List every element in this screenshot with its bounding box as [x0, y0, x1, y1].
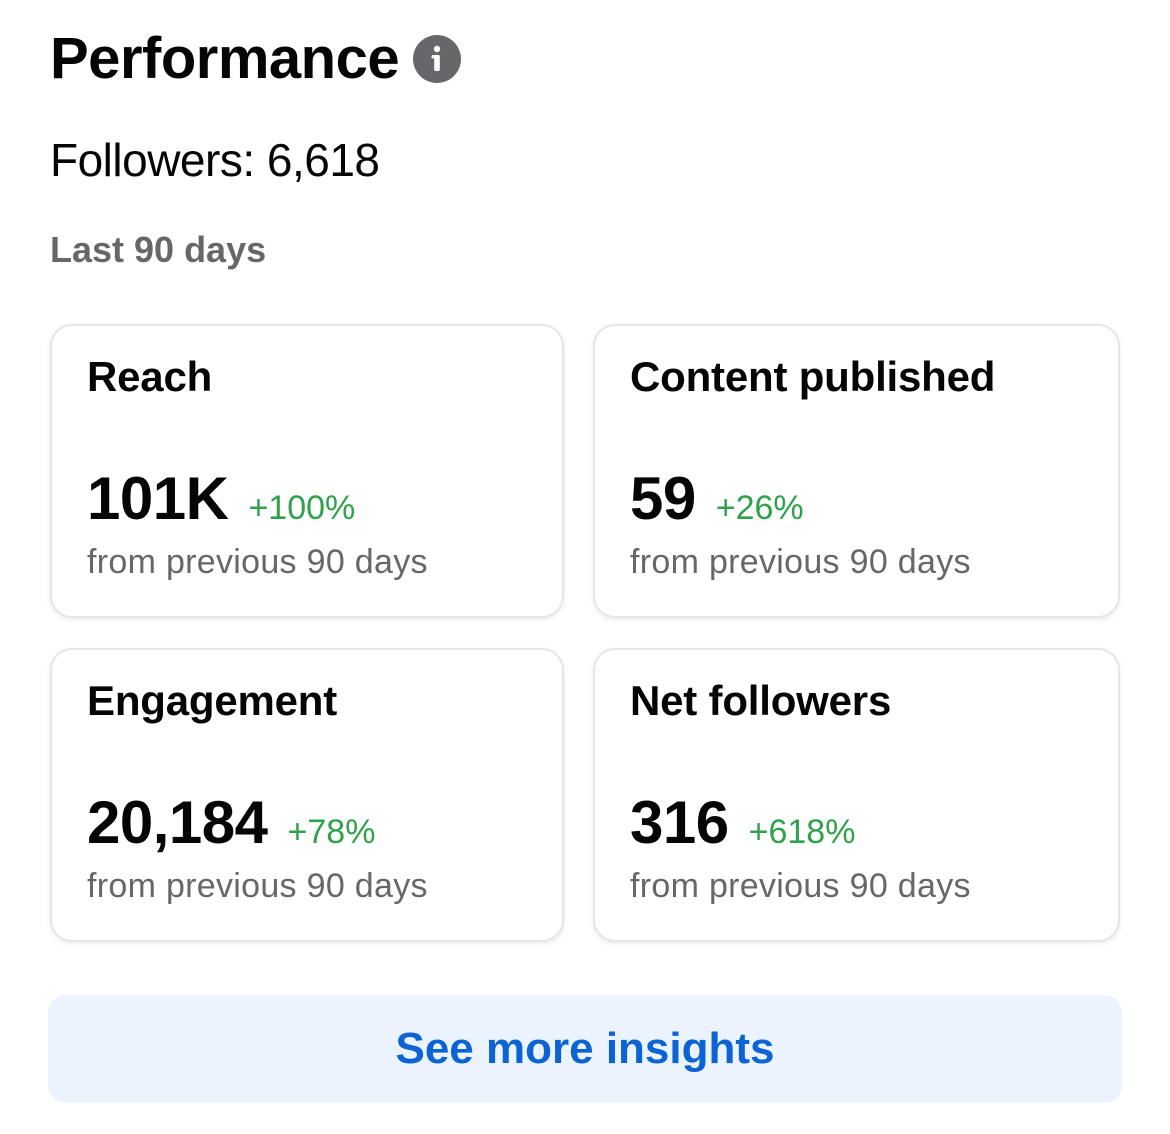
followers-count: Followers: 6,618 [50, 134, 380, 186]
metric-value: 20,184 [87, 789, 268, 856]
metric-value-row: 101K +100% [87, 466, 355, 532]
page-title: Performance [50, 26, 400, 91]
metric-value-row: 20,184 +78% [87, 790, 375, 856]
metric-value: 59 [630, 465, 696, 532]
metric-label: Net followers [630, 677, 892, 724]
metric-caption: from previous 90 days [87, 543, 428, 581]
metric-caption: from previous 90 days [87, 867, 428, 905]
info-glyph [431, 45, 441, 71]
metric-change: +26% [715, 489, 804, 527]
metric-label: Engagement [87, 677, 338, 724]
metric-change: +78% [287, 813, 376, 851]
metric-change: +100% [248, 489, 356, 527]
see-more-insights-button[interactable]: See more insights [48, 995, 1122, 1103]
metric-value-row: 59 +26% [630, 466, 804, 532]
metric-card-net-followers[interactable]: Net followers 316 +618% from previous 90… [593, 648, 1120, 942]
info-icon[interactable] [413, 35, 462, 83]
metric-value-row: 316 +618% [630, 790, 855, 856]
metric-caption: from previous 90 days [630, 867, 971, 905]
metric-value: 316 [630, 789, 729, 856]
metric-label: Reach [87, 353, 213, 400]
metric-value: 101K [87, 465, 229, 532]
metric-card-reach[interactable]: Reach 101K +100% from previous 90 days [50, 324, 564, 618]
metric-card-content-published[interactable]: Content published 59 +26% from previous … [593, 324, 1120, 618]
metric-label: Content published [630, 353, 996, 400]
metric-caption: from previous 90 days [630, 543, 971, 581]
metric-change: +618% [748, 813, 856, 851]
metric-card-engagement[interactable]: Engagement 20,184 +78% from previous 90 … [50, 648, 564, 942]
title-row: Performance [50, 24, 462, 94]
period-label: Last 90 days [50, 229, 267, 270]
